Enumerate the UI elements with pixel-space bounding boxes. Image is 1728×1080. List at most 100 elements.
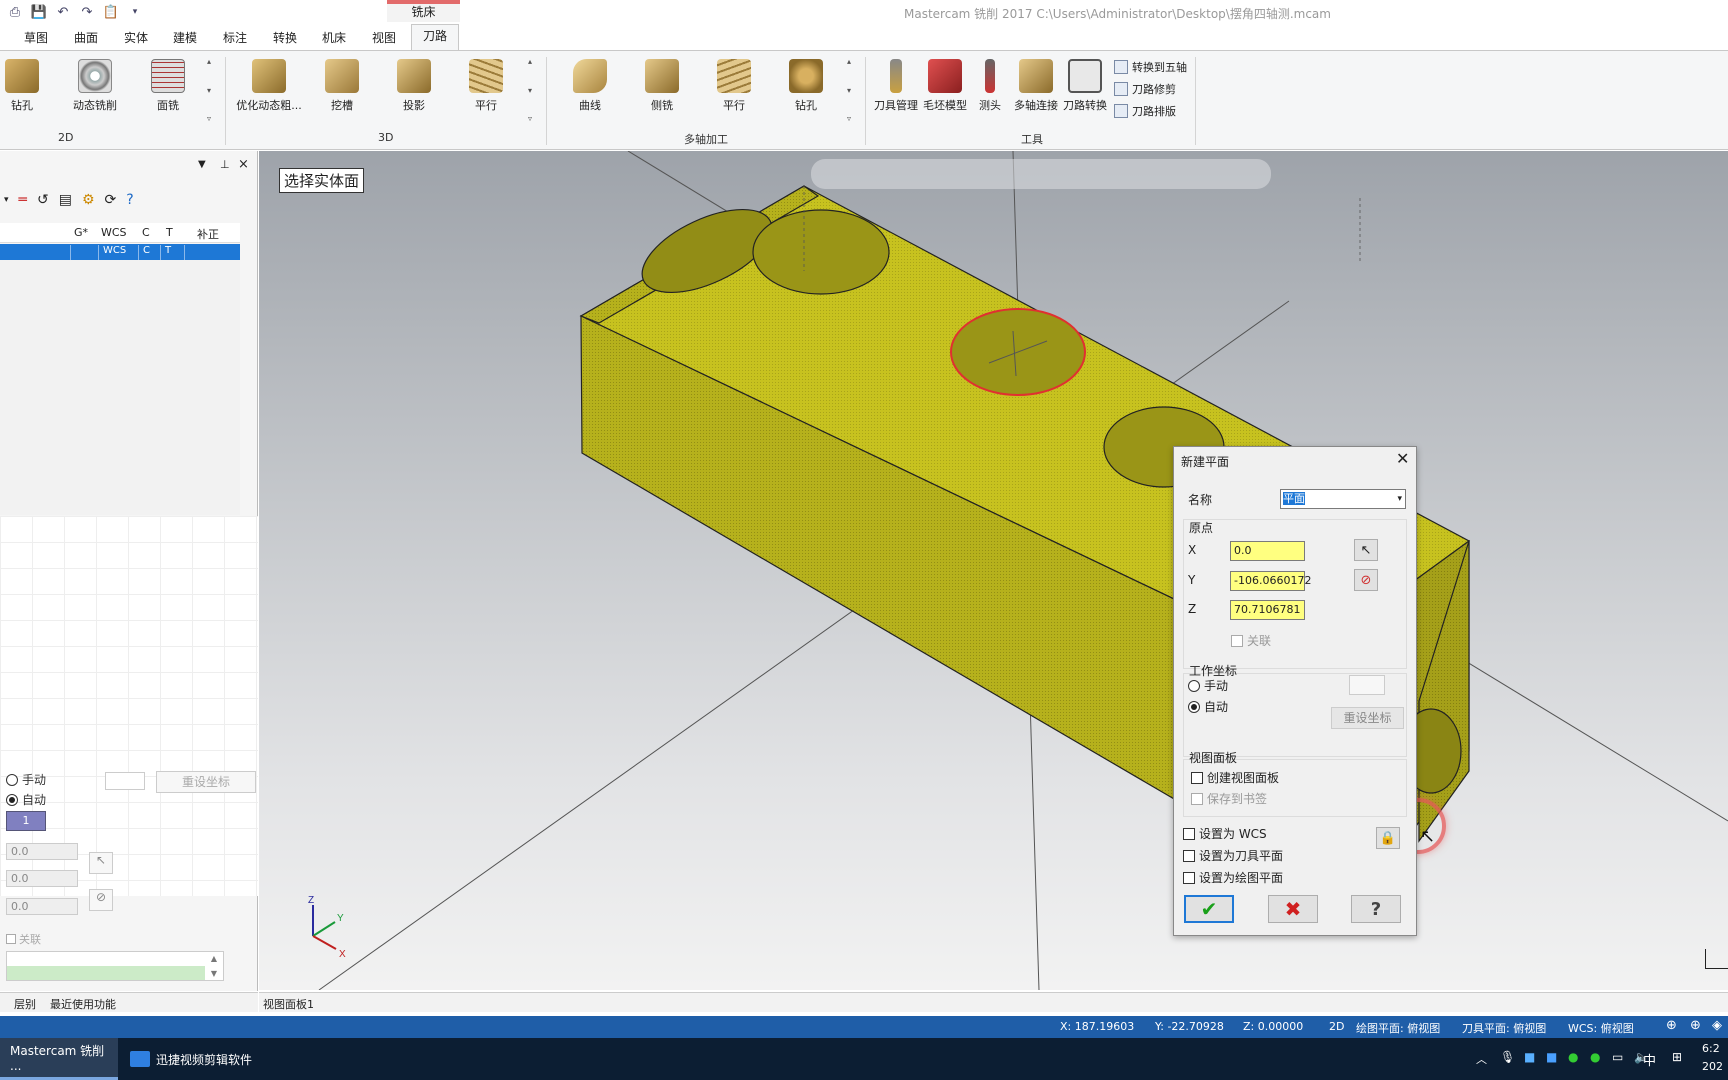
- list-spinner[interactable]: ▲ ▼: [206, 951, 222, 981]
- origin-x-field[interactable]: 0.0: [1230, 541, 1305, 561]
- dialog-close-icon[interactable]: ✕: [1396, 449, 1409, 468]
- col-offset[interactable]: 补正: [197, 226, 219, 242]
- wcs-manual-radio[interactable]: 手动: [1188, 677, 1228, 694]
- help-icon[interactable]: ?: [126, 192, 133, 208]
- create-view-box[interactable]: [1191, 771, 1203, 784]
- globe-icon[interactable]: ⊕: [1666, 1018, 1677, 1033]
- save-icon[interactable]: 💾: [30, 3, 48, 21]
- tray-chevron-icon[interactable]: ︿: [1476, 1051, 1487, 1067]
- ribbon-gallery-scroll-2d[interactable]: ▴ ▾ ▿: [203, 57, 215, 123]
- set-wcs-box[interactable]: [1183, 827, 1195, 840]
- set-draw-plane-checkbox[interactable]: 设置为绘图平面: [1183, 869, 1283, 886]
- lock-icon[interactable]: 🔒: [1376, 827, 1400, 849]
- wechat-tray-icon[interactable]: ●: [1568, 1050, 1578, 1064]
- table-row[interactable]: WCS C T: [0, 244, 240, 260]
- taskbar-video-editor[interactable]: 迅捷视频剪辑软件: [120, 1038, 280, 1080]
- radio-manual[interactable]: 手动: [6, 771, 46, 788]
- pin-icon[interactable]: ⊥: [220, 158, 230, 171]
- save-bookmark-box[interactable]: [1191, 792, 1203, 805]
- ime-mode-icon[interactable]: ⊞: [1672, 1050, 1682, 1064]
- parallel-multiaxis-button[interactable]: 平行: [716, 59, 752, 113]
- save-bookmark-checkbox[interactable]: 保存到书签: [1191, 790, 1267, 807]
- radio-auto-circle[interactable]: [6, 793, 18, 806]
- origin-y-input[interactable]: 0.0: [6, 870, 78, 887]
- radio-auto[interactable]: 自动: [6, 791, 46, 808]
- graphics-viewport[interactable]: Z Y X: [259, 151, 1728, 990]
- wcs-auto-circle[interactable]: [1188, 700, 1200, 713]
- origin-y-field[interactable]: -106.0660172: [1230, 571, 1311, 591]
- multiaxis-link-button[interactable]: 多轴连接: [1012, 59, 1060, 113]
- origin-assoc-checkbox[interactable]: 关联: [1231, 632, 1271, 649]
- taskbar-mastercam[interactable]: Mastercam 铣削 ...: [0, 1038, 118, 1080]
- regen-icon[interactable]: ↺: [37, 192, 49, 208]
- dynamic-mill-button[interactable]: 动态铣削: [70, 59, 120, 113]
- origin-x-input[interactable]: 0.0: [6, 843, 78, 860]
- pocket-3d-button[interactable]: 挖槽: [324, 59, 360, 113]
- assoc-box[interactable]: [6, 934, 16, 944]
- tool-manager-button[interactable]: 刀具管理: [874, 59, 918, 113]
- cancel-button[interactable]: ✖: [1268, 895, 1318, 923]
- select-origin-icon[interactable]: ↖: [1354, 539, 1378, 561]
- ribbon-gallery-scroll-3d[interactable]: ▴ ▾ ▿: [524, 57, 536, 123]
- wcs-index-badge[interactable]: 1: [6, 811, 46, 831]
- wcs-manual-circle[interactable]: [1188, 679, 1200, 692]
- col-wcs[interactable]: WCS: [101, 226, 127, 239]
- swarf-button[interactable]: 侧铣: [644, 59, 680, 113]
- transform-toolpath-button[interactable]: 刀路转换: [1062, 59, 1108, 113]
- tab-sketch[interactable]: 草图: [22, 29, 50, 49]
- tab-transform[interactable]: 转换: [271, 29, 299, 49]
- clock-date[interactable]: 202: [1702, 1060, 1723, 1073]
- chevron-down-icon[interactable]: ▾: [1397, 490, 1402, 508]
- wcs-number-field[interactable]: [105, 772, 145, 790]
- set-wcs-checkbox[interactable]: 设置为 WCS: [1183, 825, 1267, 842]
- tab-solid[interactable]: 实体: [122, 29, 150, 49]
- ribbon-gallery-scroll-multiaxis[interactable]: ▴ ▾ ▿: [843, 57, 855, 123]
- col-c[interactable]: C: [142, 226, 150, 239]
- optirough-button[interactable]: 优化动态粗...: [236, 59, 302, 113]
- trim-toolpath-button[interactable]: 刀路修剪: [1114, 81, 1176, 97]
- app-tray-icon[interactable]: ■: [1524, 1050, 1535, 1064]
- create-view-checkbox[interactable]: 创建视图面板: [1191, 769, 1279, 786]
- cube-icon[interactable]: ◈: [1712, 1018, 1722, 1033]
- wcs-number-field[interactable]: [1349, 675, 1385, 695]
- plane-name-select[interactable]: 平面 ▾: [1280, 489, 1406, 509]
- tab-annotate[interactable]: 标注: [221, 29, 249, 49]
- mic-icon[interactable]: 🎙: [1500, 1050, 1515, 1064]
- lock-op-icon[interactable]: ═: [19, 192, 27, 208]
- drill-2d-button[interactable]: 钻孔: [4, 59, 40, 113]
- refresh-icon[interactable]: ⟳: [105, 192, 117, 208]
- network-icon[interactable]: ▭: [1612, 1050, 1623, 1064]
- clock-time[interactable]: 6:2: [1702, 1042, 1720, 1055]
- set-tool-plane-box[interactable]: [1183, 849, 1195, 862]
- select-point-icon[interactable]: ↖: [89, 852, 113, 874]
- post-icon[interactable]: ▤: [59, 192, 72, 208]
- col-g[interactable]: G*: [74, 226, 88, 239]
- clear-origin-icon[interactable]: ⊘: [1354, 569, 1378, 591]
- radio-manual-circle[interactable]: [6, 773, 18, 786]
- stock-model-button[interactable]: 毛坯模型: [922, 59, 968, 113]
- reset-coords-button[interactable]: 重设坐标: [156, 771, 256, 793]
- tool-plane-status[interactable]: 刀具平面: 俯视图: [1462, 1020, 1546, 1036]
- origin-assoc-box[interactable]: [1231, 634, 1243, 647]
- settings-gear-icon[interactable]: ⚙: [82, 192, 95, 208]
- redo-icon[interactable]: ↷: [78, 3, 96, 21]
- assoc-checkbox[interactable]: 关联: [6, 931, 41, 947]
- parallel-3d-button[interactable]: 平行: [468, 59, 504, 113]
- col-t[interactable]: T: [166, 226, 173, 239]
- close-panel-icon[interactable]: ×: [238, 157, 249, 172]
- project-button[interactable]: 投影: [396, 59, 432, 113]
- probe-button[interactable]: 测头: [976, 59, 1004, 113]
- name-list-box[interactable]: [6, 951, 224, 981]
- set-draw-plane-box[interactable]: [1183, 871, 1195, 884]
- feather-tray-icon[interactable]: ■: [1546, 1050, 1557, 1064]
- wcs-auto-radio[interactable]: 自动: [1188, 698, 1228, 715]
- clipboard-icon[interactable]: 📋: [102, 3, 120, 21]
- help-button[interactable]: ?: [1351, 895, 1401, 923]
- tab-viewsheet-1[interactable]: 视图面板1: [263, 996, 314, 1012]
- world-icon[interactable]: ⊕: [1690, 1018, 1701, 1033]
- tab-levels[interactable]: 层别: [14, 996, 36, 1012]
- origin-z-input[interactable]: 0.0: [6, 898, 78, 915]
- ime-indicator[interactable]: 中: [1643, 1050, 1656, 1069]
- wcs-status[interactable]: WCS: 俯视图: [1568, 1020, 1634, 1036]
- tab-machine[interactable]: 机床: [320, 29, 348, 49]
